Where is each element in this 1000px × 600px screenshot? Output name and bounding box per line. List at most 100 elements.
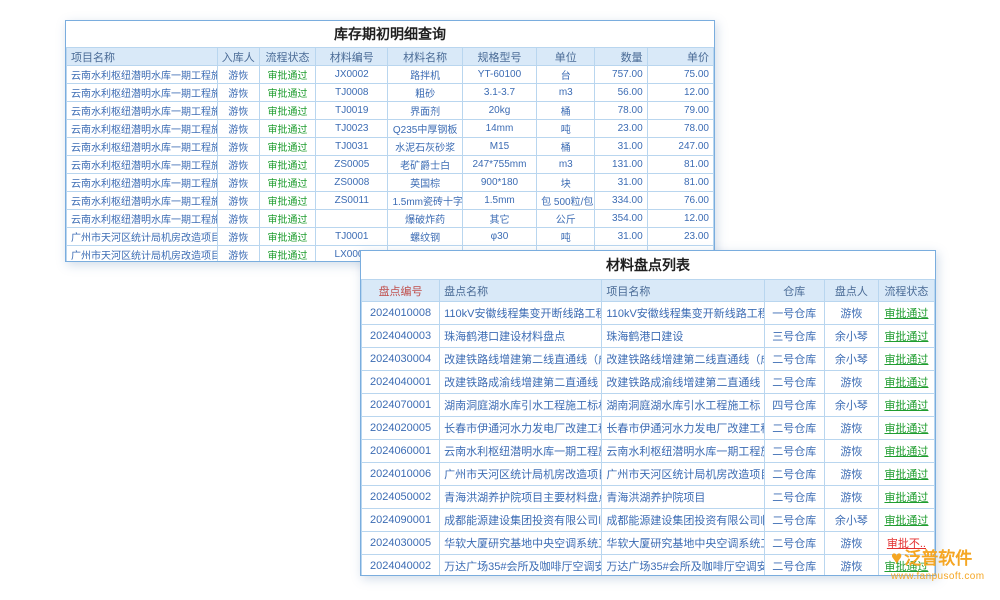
table-cell: 广州市天河区统计局机房改造项目	[67, 228, 218, 246]
table-cell: 247*755mm	[462, 156, 536, 174]
table-row[interactable]: 云南水利枢纽潜明水库一期工程施工标游恢审批通过ZS0005老矿爵士白247*75…	[67, 156, 714, 174]
status-text: 审批通过	[259, 156, 315, 174]
column-header[interactable]: 材料编号	[316, 48, 388, 66]
material-stocktake-list-window: 材料盘点列表 盘点编号盘点名称项目名称仓库盘点人流程状态 20240100081…	[360, 250, 936, 576]
table-cell: 云南水利枢纽潜明水库一期工程施工标	[67, 102, 218, 120]
table-cell: 二号仓库	[764, 348, 824, 371]
table-cell: JX0002	[316, 66, 388, 84]
status-text[interactable]: 审批通过	[878, 302, 934, 325]
table-cell: 块	[537, 174, 595, 192]
column-header[interactable]: 入库人	[217, 48, 259, 66]
table-row[interactable]: 云南水利枢纽潜明水库一期工程施工标游恢审批通过TJ0023Q235中厚钢板14m…	[67, 120, 714, 138]
status-text[interactable]: 审批通过	[878, 371, 934, 394]
table-cell: 云南水利枢纽潜明水库一期工程施工标	[67, 138, 218, 156]
table-cell: 1.5mm	[462, 192, 536, 210]
column-header[interactable]: 单价	[647, 48, 713, 66]
table-row[interactable]: 云南水利枢纽潜明水库一期工程施工标游恢审批通过JX0002路拌机YT-60100…	[67, 66, 714, 84]
table-cell: 余小琴	[824, 325, 878, 348]
record-link[interactable]: 2024010006	[362, 463, 440, 486]
status-text[interactable]: 审批通过	[878, 463, 934, 486]
table-row[interactable]: 2024010006广州市天河区统计局机房改造项目材料...广州市天河区统计局机…	[362, 463, 935, 486]
record-link[interactable]: 2024010008	[362, 302, 440, 325]
table-cell: 三号仓库	[764, 325, 824, 348]
table-row[interactable]: 2024090001成都能源建设集团投资有限公司临时办...成都能源建设集团投资…	[362, 509, 935, 532]
table-cell: 云南水利枢纽潜明水库一期工程施工标	[67, 84, 218, 102]
table-row[interactable]: 2024060001云南水利枢纽潜明水库一期工程施工标...云南水利枢纽潜明水库…	[362, 440, 935, 463]
column-header[interactable]: 材料名称	[388, 48, 462, 66]
table-cell: 桶	[537, 138, 595, 156]
table-cell: 游恢	[824, 463, 878, 486]
table-cell: 900*180	[462, 174, 536, 192]
window-title: 材料盘点列表	[361, 251, 935, 279]
status-text[interactable]: 审批通过	[878, 440, 934, 463]
table-row[interactable]: 2024050002青海洪湖养护院项目主要材料盘点青海洪湖养护院项目二号仓库游恢…	[362, 486, 935, 509]
record-link[interactable]: 2024040001	[362, 371, 440, 394]
column-header[interactable]: 项目名称	[67, 48, 218, 66]
column-header[interactable]: 数量	[595, 48, 647, 66]
status-text[interactable]: 审批通过	[878, 325, 934, 348]
table-row[interactable]: 云南水利枢纽潜明水库一期工程施工标游恢审批通过爆破炸药其它公斤354.0012.…	[67, 210, 714, 228]
fanpu-watermark: ♥ 泛普软件 www.fanpusoft.com	[891, 549, 985, 582]
table-cell: 改建铁路成渝线增建第二直通线（成渝...	[440, 371, 602, 394]
status-text[interactable]: 审批通过	[878, 417, 934, 440]
table-cell: YT-60100	[462, 66, 536, 84]
table-cell: 23.00	[595, 120, 647, 138]
table-row[interactable]: 2024040001改建铁路成渝线增建第二直通线（成渝...改建铁路成渝线增建第…	[362, 371, 935, 394]
table-cell: 游恢	[824, 302, 878, 325]
status-text[interactable]: 审批通过	[878, 394, 934, 417]
record-link[interactable]: 2024060001	[362, 440, 440, 463]
table-cell: 公斤	[537, 210, 595, 228]
record-link[interactable]: 2024050002	[362, 486, 440, 509]
table-cell: 81.00	[647, 174, 713, 192]
table-cell: 云南水利枢纽潜明水库一期工程施工标	[67, 66, 218, 84]
table-row[interactable]: 2024030005华软大厦研究基地中央空调系统工程材...华软大厦研究基地中央…	[362, 532, 935, 555]
table-cell: 成都能源建设集团投资有限公司临时办...	[440, 509, 602, 532]
table-cell: 75.00	[647, 66, 713, 84]
table-cell: 湖南洞庭湖水库引水工程施工标	[602, 394, 764, 417]
table-row[interactable]: 云南水利枢纽潜明水库一期工程施工标游恢审批通过ZS0008英国棕900*180块…	[67, 174, 714, 192]
table-row[interactable]: 2024010008110kV安徽线程集变开断线路工程材料...110kV安徽线…	[362, 302, 935, 325]
table-cell: 万达广场35#会所及咖啡厅空调安装...	[602, 555, 764, 577]
status-text[interactable]: 审批通过	[878, 348, 934, 371]
table-row[interactable]: 2024040002万达广场35#会所及咖啡厅空调安装工...万达广场35#会所…	[362, 555, 935, 577]
status-text[interactable]: 审批通过	[878, 509, 934, 532]
record-link[interactable]: 2024020005	[362, 417, 440, 440]
column-header[interactable]: 仓库	[764, 280, 824, 302]
record-link[interactable]: 2024040002	[362, 555, 440, 577]
status-text: 审批通过	[259, 84, 315, 102]
table-cell: 游恢	[217, 156, 259, 174]
column-header[interactable]: 单位	[537, 48, 595, 66]
status-text: 审批通过	[259, 174, 315, 192]
table-row[interactable]: 广州市天河区统计局机房改造项目游恢审批通过TJ0001螺纹钢φ30吨31.002…	[67, 228, 714, 246]
table-cell: 青海洪湖养护院项目	[602, 486, 764, 509]
table-row[interactable]: 2024020005长春市伊通河水力发电厂改建工程材料...长春市伊通河水力发电…	[362, 417, 935, 440]
table-row[interactable]: 云南水利枢纽潜明水库一期工程施工标游恢审批通过ZS00111.5mm瓷砖十字胶粒…	[67, 192, 714, 210]
table-cell: 3.1-3.7	[462, 84, 536, 102]
table-cell: ZS0005	[316, 156, 388, 174]
record-link[interactable]: 2024040003	[362, 325, 440, 348]
status-text[interactable]: 审批通过	[878, 486, 934, 509]
table-cell: ZS0008	[316, 174, 388, 192]
record-link[interactable]: 2024090001	[362, 509, 440, 532]
record-link[interactable]: 2024030004	[362, 348, 440, 371]
column-header[interactable]: 盘点编号	[362, 280, 440, 302]
column-header[interactable]: 盘点名称	[440, 280, 602, 302]
table-row[interactable]: 2024040003珠海鹤港口建设材料盘点珠海鹤港口建设三号仓库余小琴审批通过	[362, 325, 935, 348]
table-row[interactable]: 2024030004改建铁路线增建第二线直通线（成都-西...改建铁路线增建第二…	[362, 348, 935, 371]
column-header[interactable]: 流程状态	[259, 48, 315, 66]
header-row: 项目名称入库人流程状态材料编号材料名称规格型号单位数量单价	[67, 48, 714, 66]
column-header[interactable]: 项目名称	[602, 280, 764, 302]
table-cell: 12.00	[647, 210, 713, 228]
record-link[interactable]: 2024070001	[362, 394, 440, 417]
table-cell: 110kV安徽线程集变开新线路工程	[602, 302, 764, 325]
column-header[interactable]: 规格型号	[462, 48, 536, 66]
record-link[interactable]: 2024030005	[362, 532, 440, 555]
column-header[interactable]: 盘点人	[824, 280, 878, 302]
table-row[interactable]: 云南水利枢纽潜明水库一期工程施工标游恢审批通过TJ0019界面剂20kg桶78.…	[67, 102, 714, 120]
table-row[interactable]: 2024070001湖南洞庭湖水库引水工程施工标材料盘点湖南洞庭湖水库引水工程施…	[362, 394, 935, 417]
table-row[interactable]: 云南水利枢纽潜明水库一期工程施工标游恢审批通过TJ0031水泥石灰砂浆M15桶3…	[67, 138, 714, 156]
table-row[interactable]: 云南水利枢纽潜明水库一期工程施工标游恢审批通过TJ0008粗砂3.1-3.7m3…	[67, 84, 714, 102]
status-text: 审批通过	[259, 228, 315, 246]
table-cell: 包 500粒/包	[537, 192, 595, 210]
column-header[interactable]: 流程状态	[878, 280, 934, 302]
